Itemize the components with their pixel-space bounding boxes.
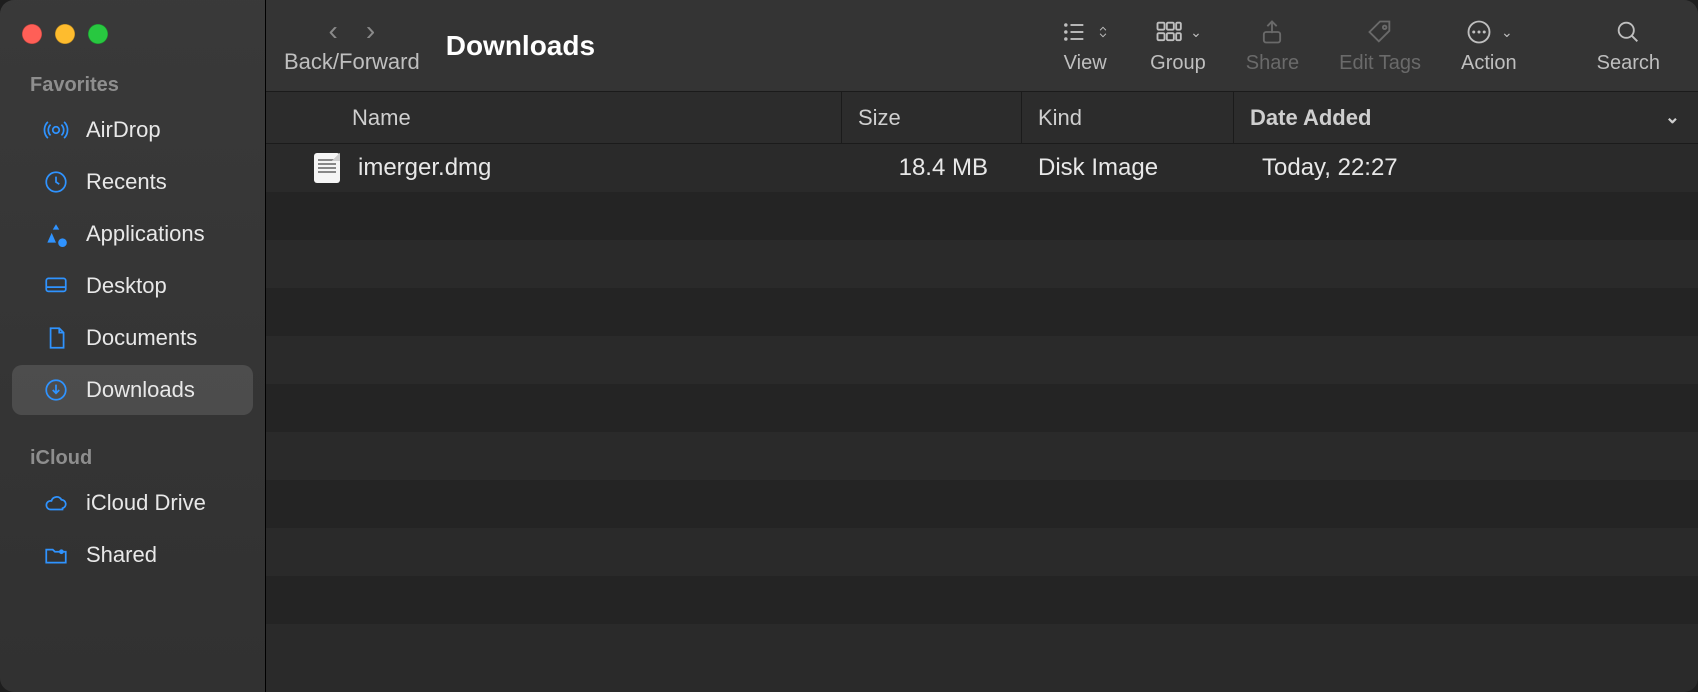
shared-folder-icon	[42, 541, 70, 569]
sidebar-item-label: Applications	[86, 221, 205, 247]
sidebar-item-documents[interactable]: Documents	[12, 313, 253, 363]
sidebar-item-label: iCloud Drive	[86, 490, 206, 516]
sidebar-item-desktop[interactable]: Desktop	[12, 261, 253, 311]
sidebar-item-applications[interactable]: Applications	[12, 209, 253, 259]
sidebar-item-recents[interactable]: Recents	[12, 157, 253, 207]
finder-window: Favorites AirDrop Recents Applications D…	[0, 0, 1698, 692]
list-view-icon	[1060, 16, 1110, 48]
file-date-added: Today, 22:27	[1234, 154, 1698, 182]
sidebar-item-downloads[interactable]: Downloads	[12, 365, 253, 415]
toolbar-view[interactable]: View	[1060, 16, 1110, 75]
sidebar-item-icloud-drive[interactable]: iCloud Drive	[12, 478, 253, 528]
column-header-size[interactable]: Size	[842, 92, 1022, 143]
empty-row	[266, 624, 1698, 672]
disk-image-file-icon	[314, 153, 340, 183]
toolbar-share[interactable]: Share	[1246, 16, 1299, 75]
chevron-down-icon: ⌄	[1501, 24, 1513, 41]
chevron-down-icon: ⌄	[1190, 24, 1202, 41]
close-window-button[interactable]	[22, 24, 42, 44]
empty-row	[266, 528, 1698, 576]
sidebar-section-icloud-label: iCloud	[0, 441, 265, 476]
empty-row	[266, 432, 1698, 480]
sidebar-item-airdrop[interactable]: AirDrop	[12, 105, 253, 155]
nav-back-forward: ‹ › Back/Forward	[284, 17, 420, 75]
forward-button[interactable]: ›	[366, 17, 375, 45]
sidebar-item-shared[interactable]: Shared	[12, 530, 253, 580]
empty-row	[266, 192, 1698, 240]
desktop-icon	[42, 272, 70, 300]
column-header-kind[interactable]: Kind	[1022, 92, 1234, 143]
airdrop-icon	[42, 116, 70, 144]
apps-icon	[42, 220, 70, 248]
nav-label: Back/Forward	[284, 49, 420, 75]
sidebar-section-favorites-label: Favorites	[0, 68, 265, 103]
toolbar: ‹ › Back/Forward Downloads View ⌄	[266, 0, 1698, 92]
file-size: 18.4 MB	[842, 154, 1022, 182]
toolbar-action[interactable]: ⌄ Action	[1461, 16, 1517, 75]
sidebar: Favorites AirDrop Recents Applications D…	[0, 0, 266, 692]
column-header-date-added[interactable]: Date Added ⌄	[1234, 92, 1698, 143]
action-icon: ⌄	[1465, 16, 1513, 48]
toolbar-edit-tags[interactable]: Edit Tags	[1339, 16, 1421, 75]
table-row[interactable]: imerger.dmg 18.4 MB Disk Image Today, 22…	[266, 144, 1698, 192]
sidebar-item-label: Recents	[86, 169, 167, 195]
download-icon	[42, 376, 70, 404]
sidebar-item-label: Downloads	[86, 377, 195, 403]
sidebar-item-label: Desktop	[86, 273, 167, 299]
back-button[interactable]: ‹	[329, 17, 338, 45]
minimize-window-button[interactable]	[55, 24, 75, 44]
column-header-row: Name Size Kind Date Added ⌄	[266, 92, 1698, 144]
sidebar-item-label: AirDrop	[86, 117, 161, 143]
main-pane: ‹ › Back/Forward Downloads View ⌄	[266, 0, 1698, 692]
updown-icon	[1096, 23, 1110, 41]
window-controls	[0, 14, 265, 68]
cloud-icon	[42, 489, 70, 517]
empty-row	[266, 240, 1698, 288]
file-list: imerger.dmg 18.4 MB Disk Image Today, 22…	[266, 144, 1698, 692]
column-header-name[interactable]: Name	[266, 92, 842, 143]
clock-icon	[42, 168, 70, 196]
fullscreen-window-button[interactable]	[88, 24, 108, 44]
chevron-down-icon: ⌄	[1665, 107, 1680, 128]
document-icon	[42, 324, 70, 352]
empty-row	[266, 480, 1698, 528]
window-title: Downloads	[446, 30, 595, 62]
share-icon	[1258, 16, 1286, 48]
toolbar-search[interactable]: Search	[1597, 16, 1660, 75]
file-name: imerger.dmg	[358, 154, 491, 182]
tag-icon	[1366, 16, 1394, 48]
empty-row	[266, 288, 1698, 336]
empty-row	[266, 576, 1698, 624]
sidebar-item-label: Documents	[86, 325, 197, 351]
file-kind: Disk Image	[1022, 154, 1234, 182]
search-icon	[1614, 16, 1642, 48]
empty-row	[266, 336, 1698, 384]
empty-row	[266, 384, 1698, 432]
sidebar-item-label: Shared	[86, 542, 157, 568]
toolbar-group[interactable]: ⌄ Group	[1150, 16, 1206, 75]
grid-icon: ⌄	[1154, 16, 1202, 48]
